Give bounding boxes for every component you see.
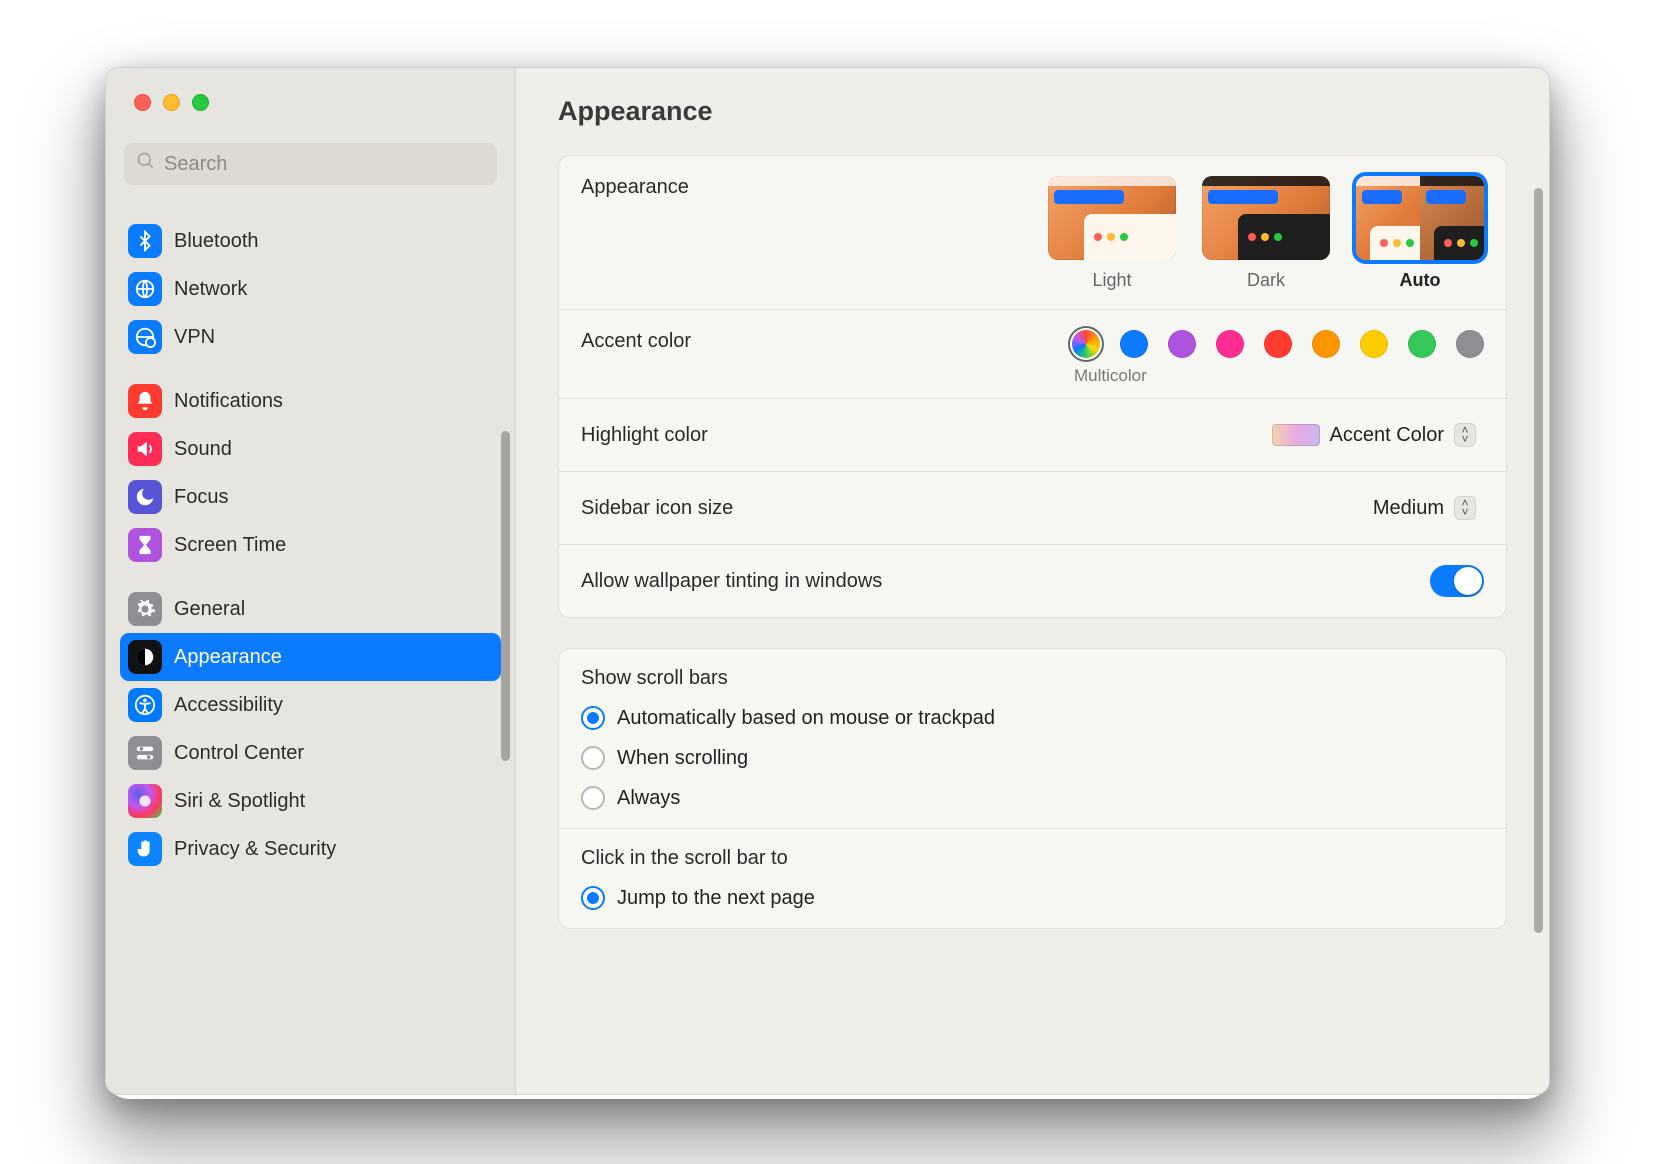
sidebar-item-network[interactable]: Network: [120, 265, 501, 313]
settings-window: Search Bluetooth N: [105, 67, 1550, 1095]
appearance-option-label: Light: [1092, 270, 1131, 291]
radio-icon: [581, 746, 605, 770]
page-title: Appearance: [516, 68, 1549, 155]
accent-swatch-blue[interactable]: [1120, 330, 1148, 358]
highlight-color-label: Highlight color: [581, 424, 708, 447]
wallpaper-tinting-label: Allow wallpaper tinting in windows: [581, 570, 882, 593]
moon-icon: [128, 480, 162, 514]
search-icon: [136, 151, 164, 177]
accent-swatch-purple[interactable]: [1168, 330, 1196, 358]
sidebar-item-label: General: [174, 598, 245, 621]
scrollbar-click-label: Click in the scroll bar to: [581, 847, 1484, 870]
appearance-option-dark[interactable]: [1202, 176, 1330, 260]
updown-icon: ˄˅: [1454, 496, 1476, 520]
sidebar-item-privacy[interactable]: Privacy & Security: [120, 825, 501, 873]
highlight-color-value: Accent Color: [1330, 424, 1445, 447]
scrollbar-click-option-nextpage[interactable]: Jump to the next page: [581, 886, 1484, 910]
sidebar-item-label: Control Center: [174, 742, 304, 765]
sidebar-icon-size-value: Medium: [1373, 497, 1444, 520]
appearance-label: Appearance: [581, 176, 689, 199]
accessibility-icon: [128, 688, 162, 722]
sidebar-list: Bluetooth Network VPN: [106, 201, 515, 1094]
zoom-window-button[interactable]: [192, 94, 209, 111]
sidebar-item-appearance[interactable]: Appearance: [120, 633, 501, 681]
accent-swatch-green[interactable]: [1408, 330, 1436, 358]
scrollbars-option-always[interactable]: Always: [581, 786, 1484, 810]
sidebar-item-label: Sound: [174, 438, 232, 461]
highlight-color-select[interactable]: Accent Color ˄˅: [1264, 419, 1485, 451]
sidebar-item-label: Network: [174, 278, 247, 301]
globe-icon: [128, 272, 162, 306]
sidebar-item-label: Notifications: [174, 390, 283, 413]
accent-swatch-pink[interactable]: [1216, 330, 1244, 358]
radio-icon: [581, 706, 605, 730]
sidebar-icon-size-label: Sidebar icon size: [581, 497, 733, 520]
sidebar-item-sound[interactable]: Sound: [120, 425, 501, 473]
scroll-card: Show scroll bars Automatically based on …: [558, 648, 1507, 929]
sidebar-item-label: Privacy & Security: [174, 838, 336, 861]
scrollbars-option-auto[interactable]: Automatically based on mouse or trackpad: [581, 706, 1484, 730]
sidebar-item-label: VPN: [174, 326, 215, 349]
window-controls: [106, 68, 515, 111]
sidebar-item-controlcenter[interactable]: Control Center: [120, 729, 501, 777]
toggles-icon: [128, 736, 162, 770]
sidebar-item-label: Screen Time: [174, 534, 286, 557]
show-scrollbars-label: Show scroll bars: [581, 667, 1484, 690]
sidebar-item-general[interactable]: General: [120, 585, 501, 633]
appearance-option-light[interactable]: [1048, 176, 1176, 260]
sidebar-item-label: Bluetooth: [174, 230, 259, 253]
appearance-option-label: Dark: [1247, 270, 1285, 291]
sidebar-item-bluetooth[interactable]: Bluetooth: [120, 217, 501, 265]
sidebar-item-label: Accessibility: [174, 694, 283, 717]
hourglass-icon: [128, 528, 162, 562]
accent-color-swatches: [1072, 330, 1484, 358]
sidebar-item-screentime[interactable]: Screen Time: [120, 521, 501, 569]
sidebar-item-label: Siri & Spotlight: [174, 790, 305, 813]
vpn-globe-icon: [128, 320, 162, 354]
accent-swatch-orange[interactable]: [1312, 330, 1340, 358]
siri-icon: [128, 784, 162, 818]
sidebar-item-accessibility[interactable]: Accessibility: [120, 681, 501, 729]
updown-icon: ˄˅: [1454, 423, 1476, 447]
bell-icon: [128, 384, 162, 418]
gear-icon: [128, 592, 162, 626]
sidebar-icon-size-select[interactable]: Medium ˄˅: [1365, 492, 1484, 524]
appearance-option-label: Auto: [1400, 270, 1441, 291]
accent-swatch-red[interactable]: [1264, 330, 1292, 358]
wallpaper-tinting-toggle[interactable]: [1430, 565, 1484, 597]
scrollbars-option-scrolling[interactable]: When scrolling: [581, 746, 1484, 770]
accent-swatch-graphite[interactable]: [1456, 330, 1484, 358]
sidebar-scrollbar-thumb[interactable]: [501, 431, 510, 761]
radio-label: Jump to the next page: [617, 887, 815, 910]
radio-icon: [581, 786, 605, 810]
bluetooth-icon: [128, 224, 162, 258]
radio-label: Always: [617, 787, 680, 810]
hand-icon: [128, 832, 162, 866]
highlight-color-swatch: [1272, 424, 1320, 446]
accent-color-label: Accent color: [581, 330, 691, 353]
appearance-icon: [128, 640, 162, 674]
appearance-option-auto[interactable]: [1356, 176, 1484, 260]
radio-label: Automatically based on mouse or trackpad: [617, 707, 995, 730]
sidebar-item-siri[interactable]: Siri & Spotlight: [120, 777, 501, 825]
close-window-button[interactable]: [134, 94, 151, 111]
speaker-icon: [128, 432, 162, 466]
sidebar-item-label: Appearance: [174, 646, 282, 669]
accent-color-caption: Multicolor: [1072, 366, 1484, 386]
sidebar-item-notifications[interactable]: Notifications: [120, 377, 501, 425]
sidebar-item-vpn[interactable]: VPN: [120, 313, 501, 361]
search-placeholder: Search: [164, 153, 227, 176]
minimize-window-button[interactable]: [163, 94, 180, 111]
main-content: Appearance Appearance: [516, 68, 1549, 1094]
sidebar-item-focus[interactable]: Focus: [120, 473, 501, 521]
accent-swatch-yellow[interactable]: [1360, 330, 1388, 358]
radio-label: When scrolling: [617, 747, 748, 770]
appearance-card: Appearance Light: [558, 155, 1507, 618]
search-input[interactable]: Search: [124, 143, 497, 185]
sidebar: Search Bluetooth N: [106, 68, 516, 1094]
radio-icon: [581, 886, 605, 910]
sidebar-item-label: Focus: [174, 486, 228, 509]
accent-swatch-multicolor[interactable]: [1072, 330, 1100, 358]
